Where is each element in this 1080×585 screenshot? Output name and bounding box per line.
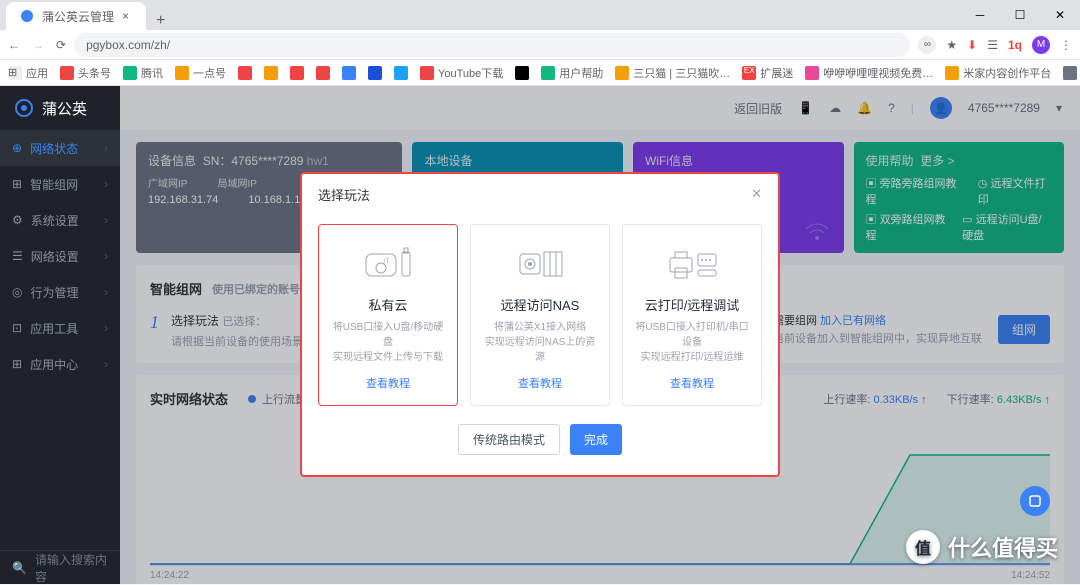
sliders-icon: ☰ [12, 249, 23, 263]
ext-icon[interactable]: ☰ [987, 38, 998, 52]
forward-icon[interactable]: → [32, 38, 44, 52]
bookmark-item[interactable]: 泥巴影院-海外华人… [1063, 65, 1080, 81]
chevron-right-icon: › [104, 177, 108, 191]
browser-tab-active[interactable]: 蒲公英云管理 × [6, 2, 146, 30]
bookmark-item[interactable]: 一点号 [175, 65, 226, 81]
bookmark-bar: ⊞应用 头条号 腾讯 一点号 YouTube下载 用户帮助 三只猫 | 三只猫吹… [0, 60, 1080, 86]
sidebar-item-behavior[interactable]: ◎行为管理› [0, 274, 120, 310]
modal-overlay: 选择玩法 ✕ IT 私有云 将USB口接入U盘/移动硬盘实现远程文件上传与下载 … [120, 86, 1080, 584]
chevron-right-icon: › [104, 321, 108, 335]
bookmark-item[interactable] [515, 66, 529, 80]
tools-icon: ⊡ [12, 321, 22, 335]
globe-icon: ⊕ [12, 141, 22, 155]
close-window-button[interactable]: ✕ [1040, 0, 1080, 30]
ext-icon[interactable]: ★ [946, 38, 957, 52]
bookmark-item[interactable]: EX扩展迷 [742, 65, 793, 81]
mesh-icon: ⊞ [12, 177, 22, 191]
printer-icon [633, 243, 751, 285]
bookmark-item[interactable] [394, 66, 408, 80]
window-controls: ─ ☐ ✕ [960, 0, 1080, 30]
tab-title: 蒲公英云管理 [42, 8, 114, 25]
bookmark-item[interactable]: 三只猫 | 三只猫吹… [615, 65, 730, 81]
support-fab[interactable] [1020, 486, 1050, 516]
url-bar[interactable]: pgybox.com/zh/ [74, 33, 910, 57]
sidebar-item-smart-network[interactable]: ⊞智能组网› [0, 166, 120, 202]
logo-text: 蒲公英 [42, 98, 87, 119]
sidebar-search[interactable]: 🔍请输入搜索内容 [0, 550, 120, 584]
sidebar-item-app-center[interactable]: ⊞应用中心› [0, 346, 120, 382]
bookmark-item[interactable] [238, 66, 252, 80]
ext-icon[interactable]: 1q [1008, 38, 1022, 52]
view-tutorial-link[interactable]: 查看教程 [518, 375, 562, 391]
chevron-right-icon: › [104, 249, 108, 263]
logo-icon [14, 98, 34, 118]
chevron-right-icon: › [104, 213, 108, 227]
bookmark-item[interactable] [264, 66, 278, 80]
bookmark-item[interactable] [342, 66, 356, 80]
chevron-right-icon: › [104, 285, 108, 299]
shield-icon: ◎ [12, 285, 22, 299]
modal-select-mode: 选择玩法 ✕ IT 私有云 将USB口接入U盘/移动硬盘实现远程文件上传与下载 … [300, 172, 780, 477]
watermark-badge-icon: 值 [906, 530, 940, 564]
bookmark-item[interactable]: 米家内容创作平台 [945, 65, 1051, 81]
bookmark-item[interactable] [290, 66, 304, 80]
sidebar-item-network-settings[interactable]: ☰网络设置› [0, 238, 120, 274]
ext-icon[interactable]: ∞ [918, 36, 936, 54]
cloud-usb-icon: IT [329, 243, 447, 285]
modal-title: 选择玩法 [318, 185, 370, 204]
nas-icon [481, 243, 599, 285]
view-tutorial-link[interactable]: 查看教程 [670, 375, 714, 391]
sidebar-item-tools[interactable]: ⊡应用工具› [0, 310, 120, 346]
sidebar-item-system-settings[interactable]: ⚙系统设置› [0, 202, 120, 238]
traditional-mode-button[interactable]: 传统路由模式 [458, 424, 560, 455]
bookmark-item[interactable] [368, 66, 382, 80]
chevron-right-icon: › [104, 357, 108, 371]
profile-avatar[interactable]: M [1032, 36, 1050, 54]
finish-button[interactable]: 完成 [570, 424, 622, 455]
maximize-button[interactable]: ☐ [1000, 0, 1040, 30]
url-text: pgybox.com/zh/ [86, 38, 170, 52]
browser-toolbar: ← → ⟳ pgybox.com/zh/ ∞ ★ ⬇ ☰ 1q M ⋮ [0, 30, 1080, 60]
back-icon[interactable]: ← [8, 38, 20, 52]
bookmark-item[interactable]: 头条号 [60, 65, 111, 81]
apps-icon: ⊞ [12, 357, 22, 371]
gear-icon: ⚙ [12, 213, 23, 227]
app-logo: 蒲公英 [0, 86, 120, 130]
search-icon: 🔍 [12, 561, 27, 575]
apps-button[interactable]: ⊞应用 [8, 65, 48, 81]
reload-icon[interactable]: ⟳ [56, 38, 66, 52]
bookmark-item[interactable]: 用户帮助 [541, 65, 603, 81]
minimize-button[interactable]: ─ [960, 0, 1000, 30]
chevron-right-icon: › [104, 141, 108, 155]
option-private-cloud[interactable]: IT 私有云 将USB口接入U盘/移动硬盘实现远程文件上传与下载 查看教程 [318, 224, 458, 406]
option-cloud-print[interactable]: 云打印/远程调试 将USB口接入打印机/串口设备实现远程打印/远程运维 查看教程 [622, 224, 762, 406]
browser-tabstrip: 蒲公英云管理 × + ─ ☐ ✕ [0, 0, 1080, 30]
close-icon[interactable]: ✕ [751, 186, 762, 202]
new-tab-button[interactable]: + [146, 12, 175, 30]
tab-favicon [20, 9, 34, 23]
bookmark-item[interactable] [316, 66, 330, 80]
ext-icon[interactable]: ⬇ [967, 38, 977, 52]
sidebar-item-network-status[interactable]: ⊕网络状态› [0, 130, 120, 166]
bookmark-item[interactable]: 咿咿咿哩哩视频免费… [805, 65, 933, 81]
close-tab-icon[interactable]: × [122, 9, 129, 23]
watermark: 值 什么值得买 [906, 530, 1058, 564]
bookmark-item[interactable]: 腾讯 [123, 65, 163, 81]
option-remote-nas[interactable]: 远程访问NAS 将蒲公英X1接入网络实现远程访问NAS上的资源 查看教程 [470, 224, 610, 406]
bookmark-item[interactable]: YouTube下载 [420, 65, 503, 81]
menu-icon[interactable]: ⋮ [1060, 38, 1072, 52]
view-tutorial-link[interactable]: 查看教程 [366, 375, 410, 391]
sidebar: 蒲公英 ⊕网络状态› ⊞智能组网› ⚙系统设置› ☰网络设置› ◎行为管理› ⊡… [0, 86, 120, 584]
